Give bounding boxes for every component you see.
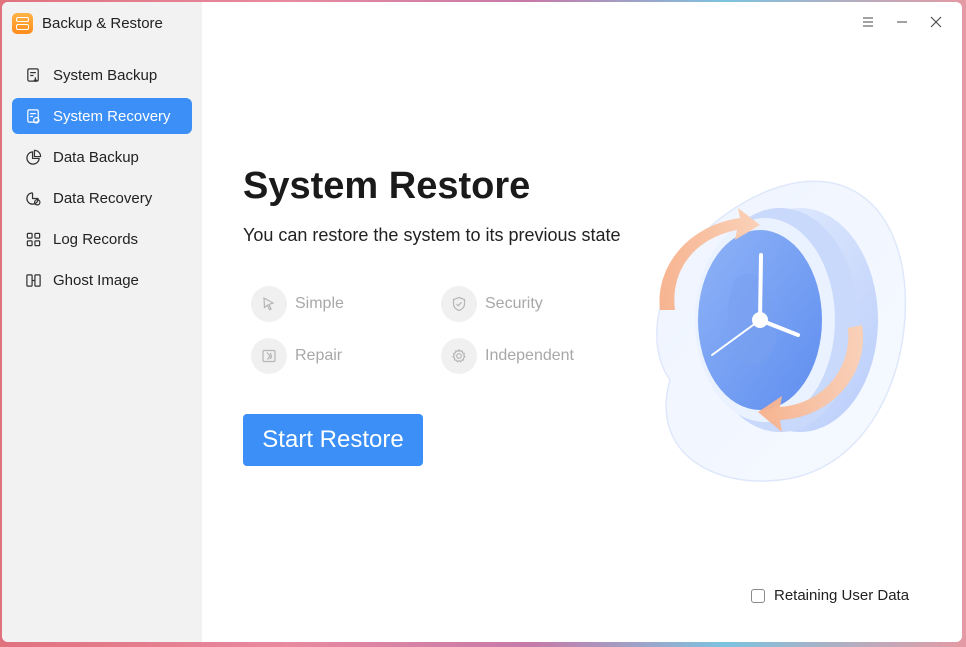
data-recovery-icon bbox=[24, 189, 42, 207]
system-recovery-icon bbox=[24, 107, 42, 125]
sidebar-item-data-backup[interactable]: Data Backup bbox=[12, 139, 192, 175]
grid-icon bbox=[24, 230, 42, 248]
page-subtitle: You can restore the system to its previo… bbox=[243, 225, 621, 245]
restore-clock-illustration bbox=[630, 170, 910, 490]
menu-button[interactable] bbox=[856, 14, 880, 34]
retain-user-data-checkbox[interactable] bbox=[751, 588, 765, 603]
minimize-button[interactable] bbox=[890, 14, 914, 34]
shield-icon bbox=[441, 286, 477, 322]
app-title: Backup & Restore bbox=[42, 14, 163, 32]
feature-label: Simple bbox=[295, 295, 344, 312]
retain-user-data-label: Retaining User Data bbox=[774, 587, 910, 604]
feature-simple: Simple bbox=[251, 286, 344, 322]
retain-user-data-option[interactable]: Retaining User Data bbox=[751, 587, 909, 604]
close-button[interactable] bbox=[924, 14, 948, 34]
gear-icon bbox=[441, 338, 477, 374]
sidebar-item-ghost-image[interactable]: Ghost Image bbox=[12, 262, 192, 298]
sidebar-item-label: Data Backup bbox=[53, 148, 139, 166]
sidebar-item-label: Ghost Image bbox=[53, 271, 139, 289]
page-title: System Restore bbox=[243, 165, 531, 207]
app-logo-icon bbox=[12, 12, 33, 34]
minimize-icon bbox=[896, 15, 908, 33]
sidebar-nav: System Backup System Recovery Data Backu… bbox=[12, 57, 192, 303]
sidebar-item-system-recovery[interactable]: System Recovery bbox=[12, 98, 192, 134]
start-restore-button[interactable]: Start Restore bbox=[243, 414, 423, 466]
feature-independent: Independent bbox=[441, 338, 574, 374]
sidebar: Backup & Restore System Backup System Re… bbox=[2, 2, 202, 642]
repair-icon bbox=[251, 338, 287, 374]
sidebar-item-label: System Backup bbox=[53, 66, 158, 84]
sidebar-item-system-backup[interactable]: System Backup bbox=[12, 57, 192, 93]
app-window: Backup & Restore System Backup System Re… bbox=[2, 2, 962, 642]
sidebar-item-log-records[interactable]: Log Records bbox=[12, 221, 192, 257]
hamburger-menu-icon bbox=[862, 15, 874, 33]
cursor-icon bbox=[251, 286, 287, 322]
sidebar-item-label: Log Records bbox=[53, 230, 139, 248]
feature-label: Repair bbox=[295, 347, 343, 364]
sidebar-item-label: Data Recovery bbox=[53, 189, 153, 207]
titlebar-controls bbox=[856, 14, 948, 34]
close-icon bbox=[930, 15, 942, 33]
feature-label: Independent bbox=[485, 347, 574, 364]
feature-security: Security bbox=[441, 286, 543, 322]
app-header: Backup & Restore bbox=[12, 11, 163, 35]
pie-chart-icon bbox=[24, 148, 42, 166]
sidebar-item-data-recovery[interactable]: Data Recovery bbox=[12, 180, 192, 216]
system-backup-icon bbox=[24, 66, 42, 84]
sidebar-item-label: System Recovery bbox=[53, 107, 171, 125]
feature-repair: Repair bbox=[251, 338, 342, 374]
feature-label: Security bbox=[485, 295, 543, 312]
ghost-image-icon bbox=[24, 271, 42, 289]
